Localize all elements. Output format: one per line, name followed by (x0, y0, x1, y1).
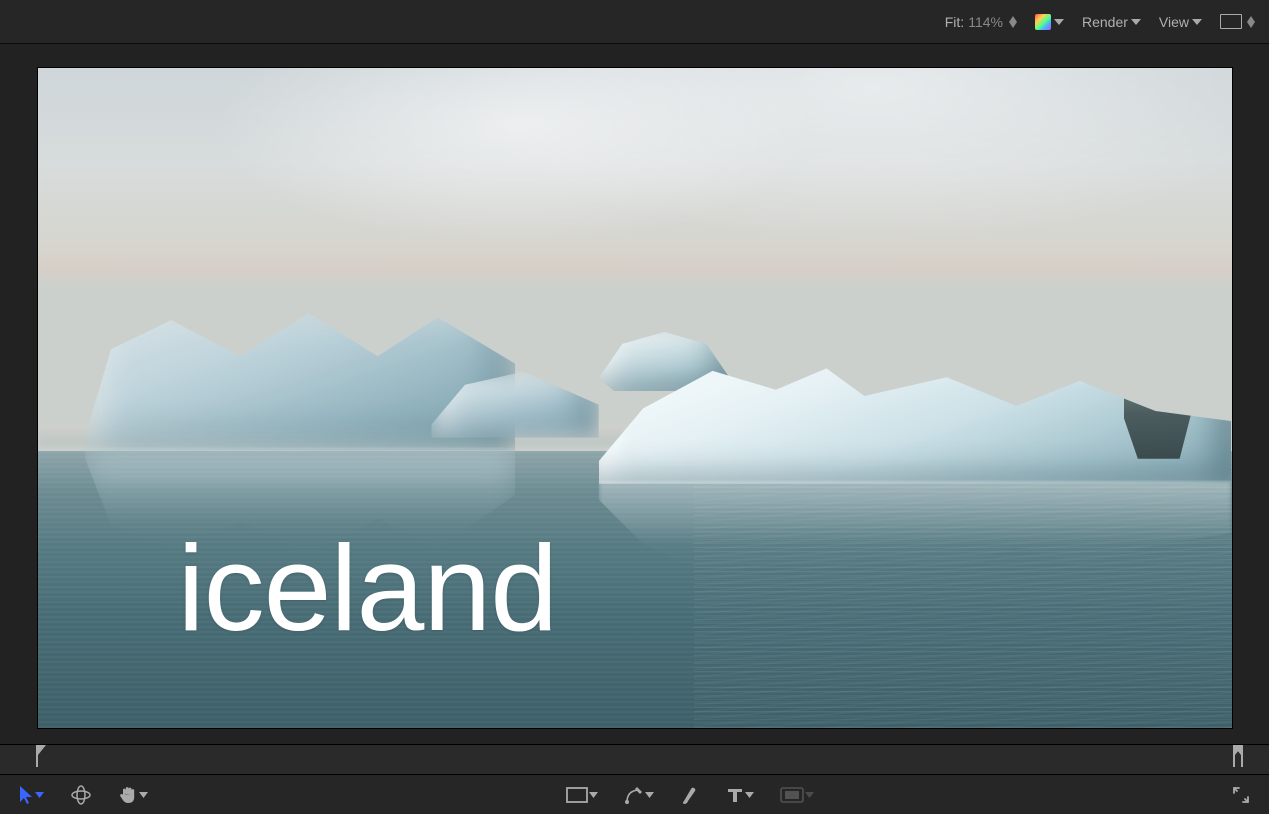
title-text-layer[interactable]: iceland (178, 518, 558, 658)
canvas-bottom-toolbar (0, 774, 1269, 814)
select-tool[interactable] (14, 783, 48, 807)
chevron-down-icon (805, 792, 814, 798)
fit-label: Fit: (945, 14, 964, 30)
text-tool[interactable] (722, 784, 758, 806)
chevron-down-icon (139, 792, 148, 798)
canvas[interactable]: iceland (38, 68, 1232, 728)
chevron-down-icon (1192, 19, 1202, 25)
shape-tool[interactable] (562, 785, 602, 805)
zoom-fit-control[interactable]: Fit: 114% (945, 14, 1017, 30)
orbit-icon (70, 784, 92, 806)
text-t-icon (726, 786, 744, 804)
pan-tool[interactable] (114, 783, 152, 807)
mini-timeline[interactable] (0, 744, 1269, 774)
in-point-marker-icon[interactable] (34, 745, 54, 775)
render-dropdown[interactable]: Render (1082, 14, 1141, 30)
chevron-down-icon (745, 792, 754, 798)
canvas-top-toolbar: Fit: 114% Render View (0, 0, 1269, 44)
chevron-down-icon (1131, 19, 1141, 25)
fit-value: 114% (968, 14, 1003, 30)
out-point-marker-icon[interactable] (1231, 745, 1251, 775)
aspect-ratio-icon (1220, 14, 1242, 29)
brush-icon (680, 785, 700, 805)
hand-icon (118, 785, 138, 805)
chevron-down-icon (1054, 19, 1064, 25)
mask-tool[interactable] (776, 785, 818, 805)
color-wheel-icon (1035, 14, 1051, 30)
aspect-dropdown[interactable] (1220, 14, 1255, 29)
viewer-area: iceland (0, 44, 1269, 744)
color-channels-dropdown[interactable] (1035, 14, 1064, 30)
orbit-3d-tool[interactable] (66, 782, 96, 808)
rectangle-icon (566, 787, 588, 803)
fullscreen-toggle[interactable] (1227, 783, 1255, 807)
pen-path-icon (624, 785, 644, 805)
view-label: View (1159, 14, 1189, 30)
arrow-cursor-icon (18, 785, 34, 805)
mask-rect-icon (780, 787, 804, 803)
expand-arrows-icon (1231, 785, 1251, 805)
paint-stroke-tool[interactable] (676, 783, 704, 807)
chevron-down-icon (589, 792, 598, 798)
chevron-down-icon (35, 792, 44, 798)
stepper-icon (1009, 16, 1017, 28)
stepper-icon (1247, 16, 1255, 28)
pen-tool[interactable] (620, 783, 658, 807)
render-label: Render (1082, 14, 1128, 30)
chevron-down-icon (645, 792, 654, 798)
view-dropdown[interactable]: View (1159, 14, 1202, 30)
